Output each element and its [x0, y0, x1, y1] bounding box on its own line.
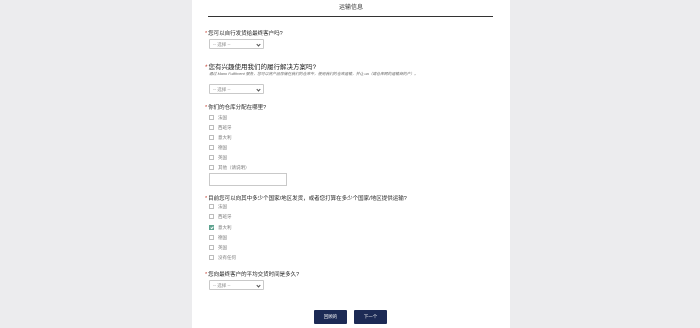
select-value: -- 选择 -- [213, 283, 231, 288]
chevron-down-icon [256, 87, 261, 92]
option-label: 西班牙 [218, 213, 232, 219]
option-label: 其他（请说明） [218, 164, 250, 170]
option-label: 英国 [218, 244, 227, 250]
form-panel: 运输信息 *您可以自行发货给最终客户吗? -- 选择 -- *您有兴趣使用我们的… [192, 0, 510, 328]
option-label: 意大利 [218, 134, 232, 140]
question-warehouse-location: *你们的仓库分配在哪里? [205, 103, 266, 111]
option-label: 德国 [218, 144, 227, 150]
option-label: 没有任何 [218, 254, 236, 260]
required-marker: * [205, 196, 208, 202]
checkbox-checked[interactable] [209, 225, 214, 230]
next-button[interactable]: 下一个 [354, 310, 387, 324]
option-label: 西班牙 [218, 124, 232, 130]
option-label: 法国 [218, 114, 227, 120]
question-shipping-countries: *目前您可以向其中多少个国家/地区发货，或者您打算在多少个国家/地区提供运输? [205, 194, 407, 202]
option-label: 意大利 [218, 224, 232, 230]
back-button[interactable]: 回顾的 [314, 310, 347, 324]
fulfilment-hint: 通过 Mano Fulfilment 服务，您可以将产品存储在我们的仓库中，使用… [209, 72, 419, 76]
checkbox[interactable] [209, 115, 214, 120]
fulfilment-select[interactable]: -- 选择 -- [209, 84, 264, 94]
option-label: 法国 [218, 203, 227, 209]
question-text: 你们的仓库分配在哪里? [208, 105, 267, 111]
checkbox[interactable] [209, 214, 214, 219]
checkbox[interactable] [209, 245, 214, 250]
chevron-down-icon [256, 283, 261, 288]
checkbox[interactable] [209, 145, 214, 150]
checkbox[interactable] [209, 165, 214, 170]
checkbox[interactable] [209, 255, 214, 260]
question-fulfilment: *您有兴趣使用我们的履行解决方案吗? [205, 61, 316, 71]
required-marker: * [205, 64, 208, 71]
select-value: -- 选择 -- [213, 42, 231, 47]
option-label: 英国 [218, 154, 227, 160]
chevron-down-icon [256, 42, 261, 47]
select-value: -- 选择 -- [213, 87, 231, 92]
question-text: 您向最终客户的平均交货时间是多久? [208, 272, 300, 278]
question-text: 您可以自行发货给最终客户吗? [208, 31, 283, 37]
checkbox[interactable] [209, 235, 214, 240]
checkbox[interactable] [209, 155, 214, 160]
required-marker: * [205, 31, 208, 37]
checkbox[interactable] [209, 125, 214, 130]
question-delivery-time: *您向最终客户的平均交货时间是多久? [205, 270, 299, 278]
question-text: 您有兴趣使用我们的履行解决方案吗? [208, 64, 317, 71]
question-text: 目前您可以向其中多少个国家/地区发货，或者您打算在多少个国家/地区提供运输? [208, 196, 407, 202]
warehouse-other-input[interactable] [209, 173, 287, 186]
option-label: 德国 [218, 234, 227, 240]
delivery-time-select[interactable]: -- 选择 -- [209, 280, 264, 290]
question-self-shipping: *您可以自行发货给最终客户吗? [205, 29, 283, 37]
section-title: 运输信息 [338, 5, 363, 11]
title-divider [208, 16, 493, 17]
checkbox[interactable] [209, 135, 214, 140]
self-shipping-select[interactable]: -- 选择 -- [209, 39, 264, 49]
checkbox[interactable] [209, 204, 214, 209]
required-marker: * [205, 272, 208, 278]
required-marker: * [205, 105, 208, 111]
